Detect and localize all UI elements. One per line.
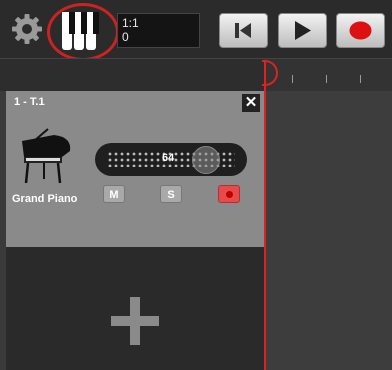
ruler-tick [360,75,361,83]
rewind-icon [235,23,251,38]
solo-button[interactable]: S [160,185,182,203]
record-button[interactable] [336,13,385,48]
arrangement-area[interactable] [264,91,392,370]
ruler-tick [326,75,327,83]
time-bar: 1:1 [122,16,139,30]
time-tick: 0 [122,30,129,44]
grand-piano-icon [14,127,76,189]
volume-value: 64 [162,152,175,164]
add-track-icon-bar [111,316,159,326]
play-button[interactable] [278,13,327,48]
top-toolbar: 1:1 0 [0,0,392,61]
play-icon [295,21,311,40]
close-icon[interactable]: ✕ [242,94,260,112]
track-title: 1 - T.1 [14,96,45,108]
ruler-tick [292,75,293,83]
piano-black-key [93,12,99,34]
track-header: 1 - T.1 ✕ Grand Piano 64 M S [6,91,264,247]
ruler-bars [264,59,392,91]
volume-slider-handle[interactable] [192,146,220,174]
time-display: 1:1 0 [117,13,200,48]
instrument-name: Grand Piano [12,193,78,205]
volume-slider[interactable]: 64 [95,143,247,176]
mute-button[interactable]: M [103,185,125,203]
gear-icon[interactable] [10,12,44,46]
piano-black-key [81,12,87,34]
rewind-button[interactable] [219,13,268,48]
piano-black-key [69,12,75,34]
track-record-button[interactable] [218,185,240,203]
record-icon [226,191,233,198]
timeline-ruler[interactable] [0,58,392,91]
add-track-area[interactable] [6,247,264,370]
playhead-line [264,60,266,370]
record-icon [349,21,372,40]
